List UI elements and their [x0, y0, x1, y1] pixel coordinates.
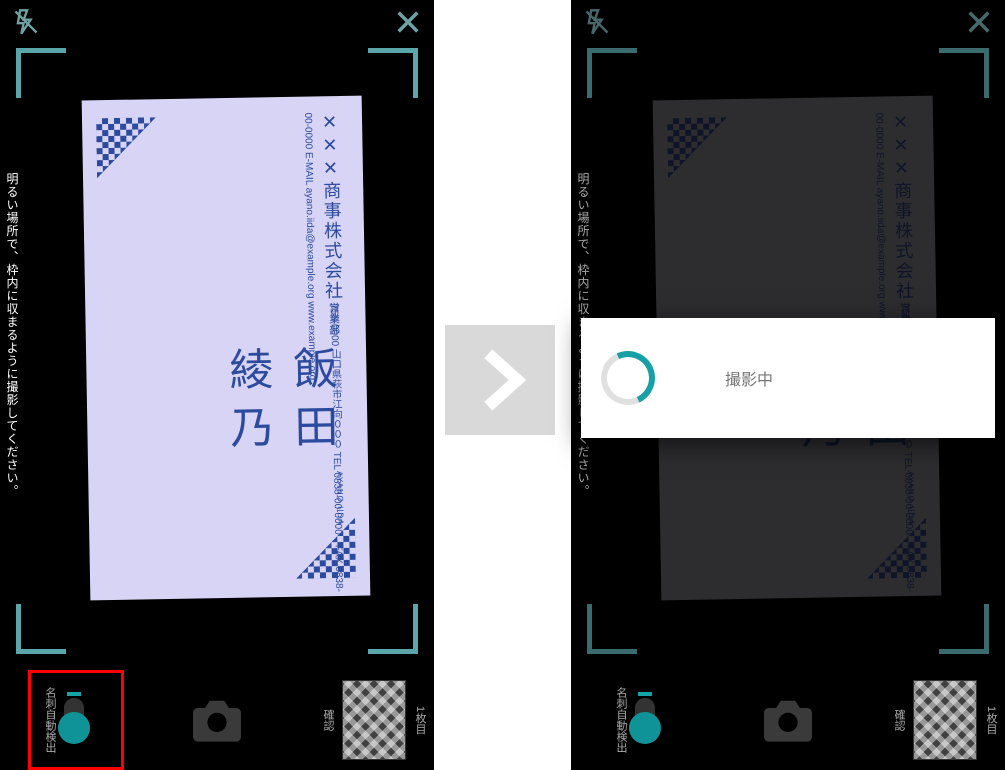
- close-icon[interactable]: [961, 4, 997, 40]
- last-capture-thumb[interactable]: [913, 680, 977, 760]
- shutter-button[interactable]: [756, 696, 820, 744]
- frame-corner-tr: [368, 48, 418, 98]
- business-card-preview: ✕✕✕商事株式会社 758-0000 山口県萩市江向０００ TEL 0838-0…: [82, 96, 371, 601]
- auto-detect-toggle-slot: 名刺自動検出: [571, 670, 691, 770]
- card-pattern-tl: [96, 117, 157, 178]
- capturing-dialog: 撮影中: [581, 318, 995, 438]
- card-email: E-MAIL ayano.iida@example.org: [874, 152, 888, 299]
- hint-text: 明るい場所で、枠内に収まるように撮影してください。: [4, 173, 21, 498]
- camera-screen-after: 明るい場所で、枠内に収まるように撮影してください。 ✕✕✕商事株式会社 758-…: [571, 0, 1005, 770]
- thumb-slot: 確認 1枚目: [314, 670, 434, 770]
- frame-corner-br: [939, 604, 989, 654]
- card-dept: 営業部: [325, 302, 342, 335]
- frame-corner-bl: [587, 604, 637, 654]
- viewfinder: 明るい場所で、枠内に収まるように撮影してください。 ✕✕✕商事株式会社 758-…: [0, 0, 434, 670]
- auto-detect-toggle[interactable]: [64, 698, 84, 742]
- card-email: E-MAIL ayano.iida@example.org: [303, 152, 317, 299]
- dialog-text: 撮影中: [725, 366, 773, 390]
- auto-detect-label: 名刺自動検出: [42, 687, 58, 753]
- frame-corner-tl: [16, 48, 66, 98]
- confirm-label: 確認: [891, 709, 907, 731]
- frame-corner-br: [368, 604, 418, 654]
- card-company: ✕✕✕商事株式会社: [320, 112, 343, 301]
- card-name-block: 営業部 飯田綾乃 AYANO IIDA: [213, 302, 345, 528]
- card-name: 飯田綾乃: [214, 345, 344, 463]
- bottom-bar: 名刺自動検出 確認 1枚目: [571, 670, 1005, 770]
- shutter-button[interactable]: [185, 696, 249, 744]
- shutter-slot: [691, 670, 885, 770]
- confirm-label: 確認: [320, 709, 336, 731]
- card-pattern-tl: [667, 117, 728, 178]
- count-label: 1枚目: [412, 706, 428, 734]
- last-capture-thumb[interactable]: [342, 680, 406, 760]
- auto-detect-toggle[interactable]: [635, 698, 655, 742]
- shutter-slot: [120, 670, 314, 770]
- top-bar: [0, 0, 434, 44]
- camera-screen-before: 明るい場所で、枠内に収まるように撮影してください。 ✕✕✕商事株式会社 758-…: [0, 0, 434, 770]
- bottom-bar: 名刺自動検出 確認 1枚目: [0, 670, 434, 770]
- auto-detect-label: 名刺自動検出: [613, 687, 629, 753]
- card-roman: AYANO IIDA: [906, 471, 916, 526]
- thumb-slot: 確認 1枚目: [885, 670, 1005, 770]
- close-icon[interactable]: [390, 4, 426, 40]
- card-roman: AYANO IIDA: [335, 471, 345, 526]
- card-company: ✕✕✕商事株式会社: [891, 112, 914, 301]
- transition-arrow-icon: [445, 325, 555, 435]
- top-bar: [571, 0, 1005, 44]
- auto-detect-toggle-slot: 名刺自動検出: [0, 670, 120, 770]
- count-label: 1枚目: [983, 706, 999, 734]
- flash-off-icon[interactable]: [579, 4, 615, 40]
- frame-corner-bl: [16, 604, 66, 654]
- frame-corner-tl: [587, 48, 637, 98]
- flash-off-icon[interactable]: [8, 4, 44, 40]
- frame-corner-tr: [939, 48, 989, 98]
- spinner-icon: [593, 343, 662, 412]
